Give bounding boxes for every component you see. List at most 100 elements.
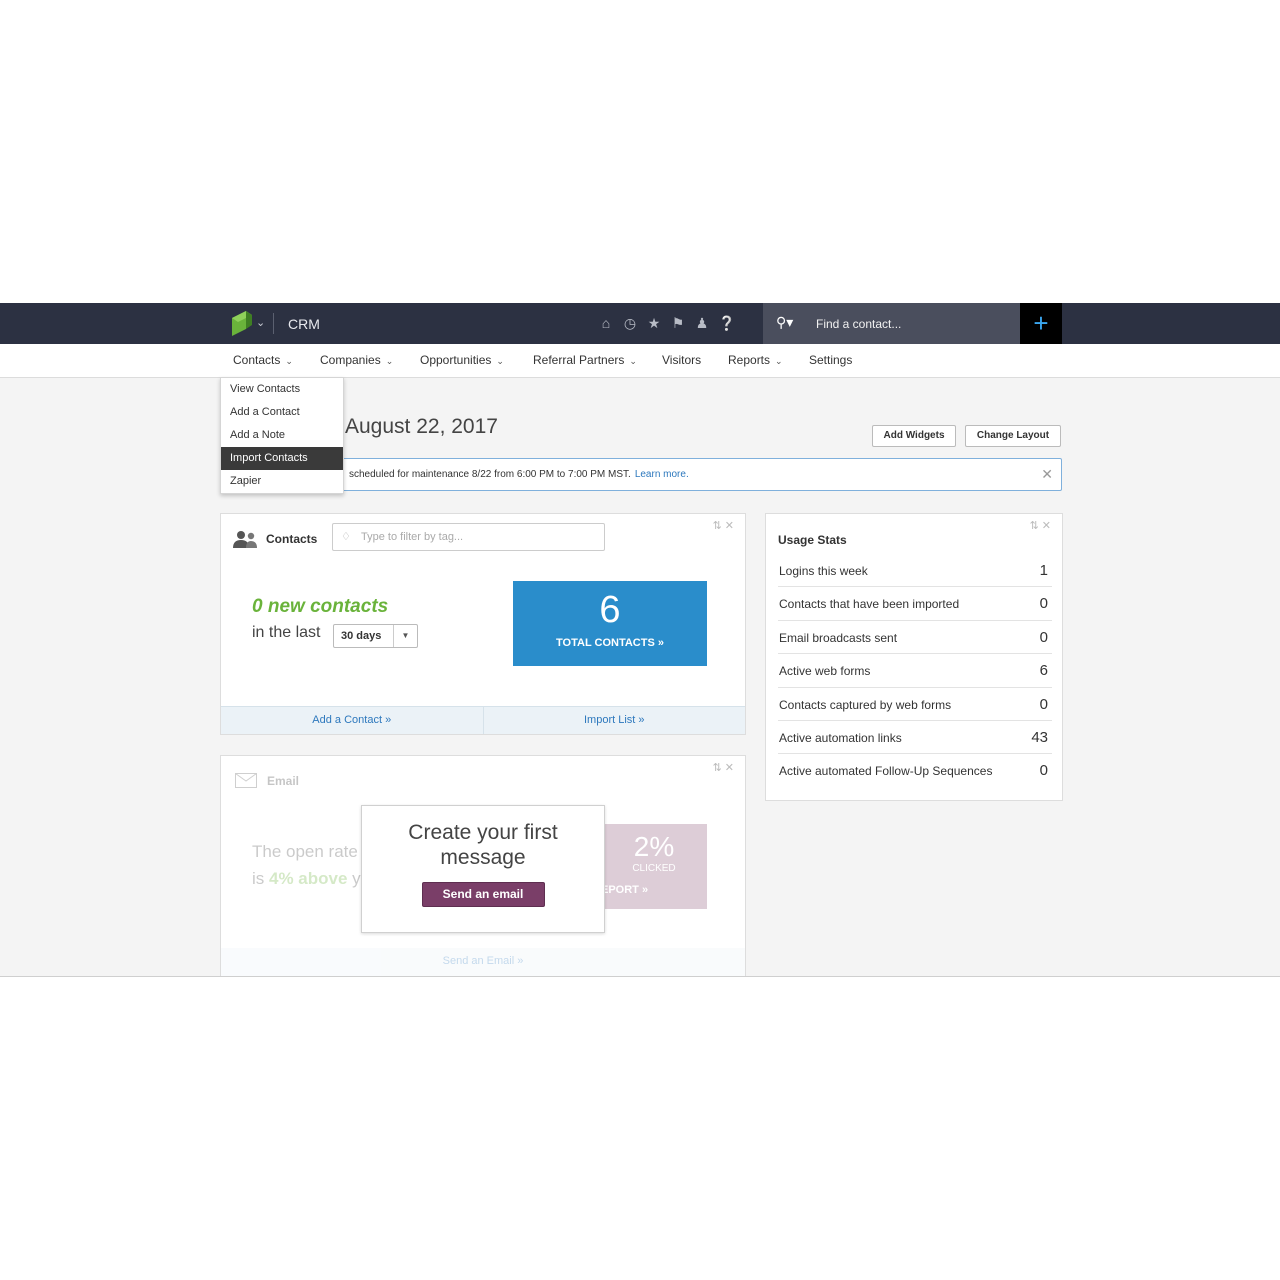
nav-reports[interactable]: Reports ⌄ xyxy=(728,353,783,367)
stat-label: Logins this week xyxy=(779,564,868,578)
stat-label: Contacts captured by web forms xyxy=(779,697,952,712)
change-layout-button[interactable]: Change Layout xyxy=(965,425,1061,447)
stat-label: Active automation links xyxy=(779,730,902,745)
learn-more-link[interactable]: Learn more. xyxy=(635,469,689,480)
nav-label: Opportunities xyxy=(420,353,492,367)
help-icon[interactable]: ❔ xyxy=(718,314,735,332)
nav-settings[interactable]: Settings xyxy=(809,353,852,367)
chevron-down-icon: ⌄ xyxy=(285,356,293,366)
stat-row: Email broadcasts sent 0 xyxy=(778,621,1052,655)
nav-label: Visitors xyxy=(662,353,702,367)
total-contacts-tile[interactable]: 6 TOTAL CONTACTS » xyxy=(513,581,707,666)
stat-value: 0 xyxy=(1039,628,1048,646)
stat-row: Contacts that have been imported 0 xyxy=(778,587,1052,621)
stat-value: 0 xyxy=(1039,695,1048,713)
widget-controls-icon[interactable]: ⇅✕ xyxy=(713,519,737,532)
search-icon[interactable]: ⚲▾ xyxy=(776,314,793,331)
cta-title: Create your first message xyxy=(408,821,558,869)
send-email-button[interactable]: Send an email xyxy=(421,882,545,907)
nav-opportunities[interactable]: Opportunities ⌄ xyxy=(420,353,504,367)
tag-filter-input[interactable] xyxy=(361,524,591,550)
person-icon[interactable]: ♟ xyxy=(694,314,710,332)
notice-message: scheduled for maintenance 8/22 from 6:00… xyxy=(349,469,631,480)
period-select[interactable]: 30 days ▼ xyxy=(333,624,418,648)
stat-label: Active automated Follow-Up Sequences xyxy=(779,764,993,779)
chevron-down-icon: ⌄ xyxy=(629,356,637,366)
widget-title: Email xyxy=(267,774,300,788)
widget-controls-icon[interactable]: ⇅✕ xyxy=(713,761,737,774)
menu-item-zapier[interactable]: Zapier xyxy=(221,470,343,493)
new-contacts-count: 0 new contacts xyxy=(252,596,389,617)
open-rate-line: The open rate xyxy=(252,842,358,861)
stat-label: Contacts that have been imported xyxy=(779,597,960,612)
stats-list: Logins this week 1 Contacts that have bee… xyxy=(778,554,1052,788)
main-nav: Contacts ⌄ Companies ⌄ Opportunities ⌄ Refe… xyxy=(0,344,1280,378)
stat-value: 1 xyxy=(1039,562,1048,579)
chevron-down-icon[interactable]: ⌄ xyxy=(256,316,265,329)
maintenance-notice: scheduled for maintenance 8/22 from 6:00… xyxy=(220,458,1062,491)
add-widgets-button[interactable]: Add Widgets xyxy=(872,425,956,447)
clicked-value: 2% xyxy=(633,831,675,862)
nav-referral-partners[interactable]: Referral Partners ⌄ xyxy=(533,353,637,367)
menu-item-add-contact[interactable]: Add a Contact xyxy=(221,401,343,424)
menu-item-import-contacts[interactable]: Import Contacts xyxy=(221,447,343,470)
clicked-label: CLICKED xyxy=(632,863,676,874)
stat-row: Logins this week 1 xyxy=(778,554,1052,588)
total-contacts-label: TOTAL CONTACTS » xyxy=(556,637,664,649)
add-button[interactable]: + xyxy=(1020,303,1062,344)
report-link: EPORT » xyxy=(601,884,649,896)
people-icon xyxy=(233,531,257,548)
logo-icon[interactable] xyxy=(232,309,252,337)
tag-icon: ♢ xyxy=(341,531,351,543)
tag-filter: ♢ xyxy=(332,523,605,551)
stat-label: Email broadcasts sent xyxy=(779,630,898,645)
tags-icon[interactable]: ⚑ xyxy=(670,314,686,332)
nav-companies[interactable]: Companies ⌄ xyxy=(320,353,393,367)
nav-contacts[interactable]: Contacts ⌄ xyxy=(233,353,293,367)
period-label: in the last xyxy=(252,624,321,641)
contact-search: ⚲▾ xyxy=(763,303,1020,344)
home-icon[interactable]: ⌂ xyxy=(598,314,614,332)
envelope-icon xyxy=(235,773,257,788)
nav-label: Referral Partners xyxy=(533,353,625,367)
stat-value: 6 xyxy=(1039,662,1048,680)
period-value: 30 days xyxy=(341,630,382,642)
divider xyxy=(273,313,274,334)
nav-label: Reports xyxy=(728,353,771,367)
usage-stats-widget: ⇅✕ Usage Stats Logins this week 1 Contact… xyxy=(765,513,1063,801)
clock-icon[interactable]: ◷ xyxy=(622,314,638,332)
nav-visitors[interactable]: Visitors xyxy=(662,353,701,367)
menu-item-view-contacts[interactable]: View Contacts xyxy=(221,378,343,401)
contacts-widget: ⇅✕ Contacts ♢ 0 new contacts in the last… xyxy=(220,513,746,735)
open-rate-suffix: y xyxy=(347,869,361,888)
widget-title: Contacts xyxy=(266,532,318,546)
contacts-menu: View Contacts Add a Contact Add a Note I… xyxy=(220,377,344,494)
nav-label: Companies xyxy=(320,353,381,367)
add-contact-link[interactable]: Add a Contact » xyxy=(221,707,483,734)
search-input[interactable] xyxy=(816,303,1006,344)
open-rate-highlight: 4% above xyxy=(269,869,348,888)
menu-item-add-note[interactable]: Add a Note xyxy=(221,424,343,447)
notice-text: scheduled for maintenance 8/22 from 6:00… xyxy=(349,469,689,480)
chevron-down-icon: ⌄ xyxy=(775,356,783,366)
widget-footer: Add a Contact » Import List » xyxy=(221,706,745,734)
quick-icons: ⌂ ◷ ★ ⚑ ♟ ❔ xyxy=(598,314,736,332)
chevron-down-icon: ⌄ xyxy=(496,356,504,366)
total-contacts-number: 6 xyxy=(599,589,621,631)
stat-row: Active automated Follow-Up Sequences 0 xyxy=(778,754,1052,787)
star-icon[interactable]: ★ xyxy=(646,314,662,332)
stat-label: Active web forms xyxy=(779,664,871,679)
widget-controls-icon[interactable]: ⇅✕ xyxy=(1030,519,1054,532)
close-icon[interactable]: ✕ xyxy=(1041,466,1053,483)
page-title: August 22, 2017 xyxy=(345,415,498,438)
open-rate-prefix: is xyxy=(252,869,269,888)
nav-label: Contacts xyxy=(233,353,281,367)
app-title: CRM xyxy=(288,316,320,332)
stat-row: Active automation links 43 xyxy=(778,721,1052,755)
stat-value: 0 xyxy=(1039,595,1048,613)
import-list-link[interactable]: Import List » xyxy=(482,707,746,734)
stat-value: 43 xyxy=(1031,728,1048,746)
crm-app: ⌄ CRM ⌂ ◷ ★ ⚑ ♟ ❔ ⚲▾ + Contacts ⌄ Compani… xyxy=(0,303,1280,977)
chevron-down-icon: ▼ xyxy=(393,625,417,647)
nav-label: Settings xyxy=(809,353,853,367)
